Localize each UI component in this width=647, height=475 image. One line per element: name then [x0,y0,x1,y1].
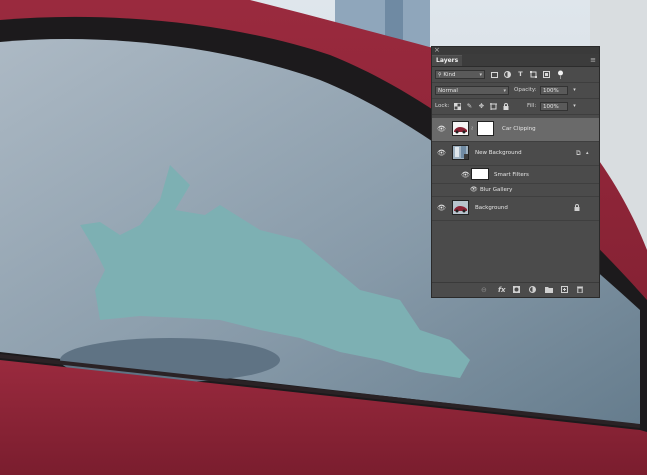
panel-tabbar: Layers ≡ [432,54,599,67]
filter-row: ⚲ Kind ▾ T [432,67,599,83]
layer-name: New Background [475,150,522,156]
lock-row: Lock: ✎ ✥ Fill: 100% ▾ [432,99,599,115]
layer-background[interactable]: 👁 Background [432,196,599,221]
blend-mode-select[interactable]: Normal ▾ [435,86,509,95]
filter-toggle-icon[interactable] [556,70,565,79]
layer-thumbnail [452,200,469,215]
fill-label: Fill: [527,103,537,109]
panel-titlebar[interactable]: × [432,46,599,54]
eye-icon[interactable]: 👁 [437,125,446,133]
lock-label: Lock: [435,103,450,109]
blend-row: Normal ▾ Opacity: 100% ▾ [432,83,599,99]
layer-new-background[interactable]: 👁 New Background ⧉ ▴ [432,142,599,166]
layer-car-clipping[interactable]: 👁 ≀ Car Clipping [432,118,599,142]
eye-icon[interactable]: 👁 [470,186,478,194]
new-layer-icon[interactable] [561,286,568,295]
link-layers-icon[interactable]: ⊖ [481,286,487,294]
layer-name: Blur Gallery [480,187,513,193]
panel-menu-icon[interactable]: ≡ [590,56,596,64]
layer-name: Car Clipping [502,126,536,132]
fx-icon[interactable]: fx [498,286,506,294]
lock-all-icon[interactable] [501,102,510,111]
add-mask-icon[interactable] [513,286,520,295]
adjustment-filter-icon[interactable] [503,70,512,79]
chevron-down-icon: ▾ [479,72,482,78]
adjustment-layer-icon[interactable] [529,286,536,295]
type-filter-icon[interactable]: T [516,70,525,79]
layer-smart-filters[interactable]: 👁 Smart Filters [432,166,599,184]
fill-dropdown-icon[interactable]: ▾ [570,102,579,111]
trash-icon[interactable] [577,286,583,295]
folder-icon[interactable] [545,286,553,295]
opacity-value: 100% [543,88,559,94]
layer-name: Background [475,205,508,211]
eye-icon[interactable]: 👁 [437,204,446,212]
opacity-dropdown-icon[interactable]: ▾ [570,86,579,95]
fill-field[interactable]: 100% [540,102,568,111]
blend-mode-value: Normal [438,88,458,94]
close-icon[interactable]: × [434,46,440,54]
link-icon[interactable]: ≀ [471,125,473,132]
lock-position-icon[interactable]: ✥ [477,102,486,111]
tab-layers[interactable]: Layers [432,55,463,66]
filter-kind-select[interactable]: ⚲ Kind ▾ [435,70,485,79]
lock-artboard-icon[interactable] [489,102,498,111]
smart-filter-mask-thumbnail[interactable] [471,168,489,180]
mask-thumbnail[interactable] [477,121,494,136]
smart-object-icon: ⧉ [576,149,581,157]
opacity-field[interactable]: 100% [540,86,568,95]
layer-thumbnail [452,145,469,160]
lock-transparent-pixels-icon[interactable] [453,102,462,111]
fill-value: 100% [543,104,559,110]
eye-icon[interactable]: 👁 [437,149,446,157]
layer-thumbnail [452,121,469,136]
pixel-filter-icon[interactable] [490,70,499,79]
layers-panel[interactable]: × Layers ≡ ⚲ Kind ▾ T Normal ▾ Opacity: … [431,46,600,298]
layer-name: Smart Filters [494,172,529,178]
panel-bottom-toolbar: ⊖ fx [432,282,599,297]
opacity-label: Opacity: [514,87,537,93]
chevron-down-icon: ▾ [503,88,506,94]
chevron-up-icon[interactable]: ▴ [586,149,589,157]
layer-blur-gallery[interactable]: 👁 Blur Gallery [432,184,599,196]
search-icon: ⚲ [438,72,442,78]
smart-object-filter-icon[interactable] [542,70,551,79]
eye-icon[interactable]: 👁 [461,171,470,179]
lock-image-pixels-icon[interactable]: ✎ [465,102,474,111]
shape-filter-icon[interactable] [529,70,538,79]
filter-kind-value: Kind [443,72,456,78]
lock-icon [574,204,580,213]
layers-list: 👁 ≀ Car Clipping 👁 New Background ⧉ ▴ 👁 … [432,118,599,221]
